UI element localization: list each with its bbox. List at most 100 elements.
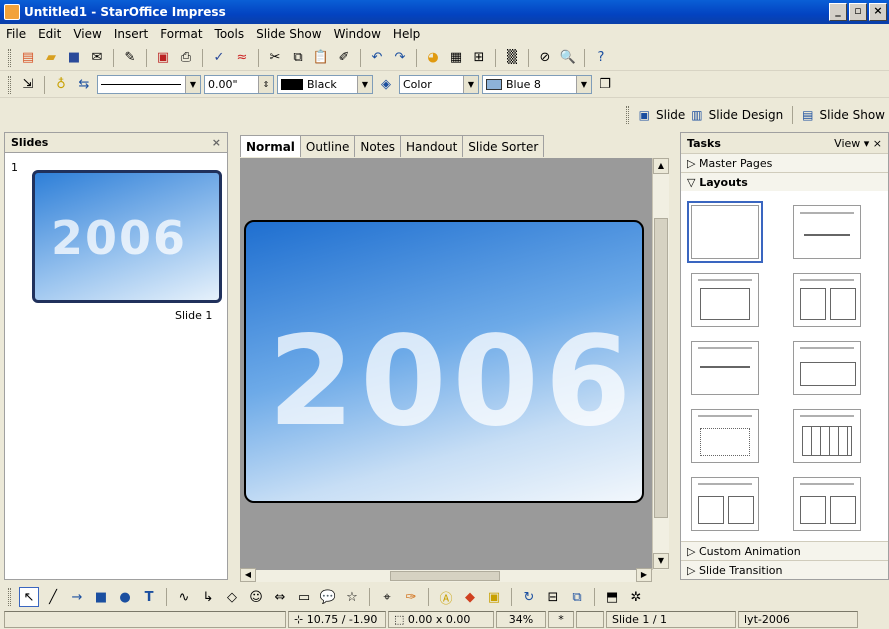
restore-button[interactable]: ▫ xyxy=(849,3,867,21)
menu-window[interactable]: Window xyxy=(334,27,381,41)
menu-view[interactable]: View xyxy=(73,27,101,41)
print-icon[interactable]: ⎙ xyxy=(176,48,196,68)
paste-icon[interactable]: 📋 xyxy=(311,48,331,68)
slide-canvas[interactable]: 2006 xyxy=(240,158,652,570)
layout-blank[interactable] xyxy=(687,201,763,263)
ellipse-icon[interactable]: ● xyxy=(115,587,135,607)
horizontal-scroll-thumb[interactable] xyxy=(390,571,500,581)
vertical-scroll-thumb[interactable] xyxy=(654,218,668,518)
copy-icon[interactable]: ⧉ xyxy=(288,48,308,68)
menu-file[interactable]: File xyxy=(6,27,26,41)
status-zoom[interactable]: 34% xyxy=(496,611,546,628)
save-icon[interactable]: ■ xyxy=(64,48,84,68)
horizontal-scrollbar[interactable]: ◀ ▶ xyxy=(240,568,652,582)
cut-icon[interactable]: ✂ xyxy=(265,48,285,68)
tasks-view-menu[interactable]: View ▾ × xyxy=(834,137,882,150)
line-color-select[interactable]: Black ▼ xyxy=(277,75,373,94)
area-fill-icon[interactable]: ◈ xyxy=(376,75,396,95)
tab-slide-sorter[interactable]: Slide Sorter xyxy=(462,135,545,157)
minimize-button[interactable]: _ xyxy=(829,3,847,21)
toolbar-grip[interactable] xyxy=(8,75,11,94)
fontwork-icon[interactable]: Ⓐ xyxy=(436,587,456,607)
slide-transition-section[interactable]: ▷ Slide Transition xyxy=(681,560,888,579)
autospellcheck-icon[interactable]: ≈ xyxy=(232,48,252,68)
edit-file-icon[interactable]: ✎ xyxy=(120,48,140,68)
custom-animation-section[interactable]: ▷ Custom Animation xyxy=(681,541,888,560)
effects-icon[interactable]: ✲ xyxy=(626,587,646,607)
scroll-right-button[interactable]: ▶ xyxy=(636,568,652,582)
menu-tools[interactable]: Tools xyxy=(215,27,245,41)
extrusion-icon[interactable]: ⬒ xyxy=(602,587,622,607)
gallery-icon[interactable]: ▣ xyxy=(484,587,504,607)
fill-type-select[interactable]: Color ▼ xyxy=(399,75,479,94)
help-icon[interactable]: ? xyxy=(591,48,611,68)
curve-icon[interactable]: ∿ xyxy=(174,587,194,607)
connector-icon[interactable]: ↳ xyxy=(198,587,218,607)
symbol-shapes-icon[interactable]: ☺ xyxy=(246,587,266,607)
flowchart-icon[interactable]: ▭ xyxy=(294,587,314,607)
menu-help[interactable]: Help xyxy=(393,27,420,41)
menu-edit[interactable]: Edit xyxy=(38,27,61,41)
hyperlink-icon[interactable]: ⊘ xyxy=(535,48,555,68)
current-slide[interactable]: 2006 xyxy=(244,220,644,503)
tab-normal[interactable]: Normal xyxy=(240,135,301,157)
shadow-icon[interactable]: ❐ xyxy=(595,75,615,95)
layout-title-object[interactable] xyxy=(793,341,861,395)
toolbar-grip[interactable] xyxy=(8,588,11,606)
slide-design-button[interactable]: Slide Design xyxy=(709,108,784,122)
points-icon[interactable]: ⌖ xyxy=(377,587,397,607)
alignment-icon[interactable]: ⊟ xyxy=(543,587,563,607)
toolbar-grip[interactable] xyxy=(8,48,11,67)
callouts-icon[interactable]: 💬 xyxy=(318,587,338,607)
toolbar-grip[interactable] xyxy=(625,106,629,124)
slide-thumbnail[interactable]: 2006 xyxy=(32,170,222,303)
layout-title-table[interactable] xyxy=(793,409,861,463)
vertical-scrollbar[interactable]: ▲ ▼ xyxy=(652,158,669,570)
line-width-field[interactable]: 0.00" ⇕ xyxy=(204,75,274,94)
navigator-icon[interactable]: ⊞ xyxy=(469,48,489,68)
tab-handout[interactable]: Handout xyxy=(400,135,464,157)
fill-color-select[interactable]: Blue 8 ▼ xyxy=(482,75,592,94)
scroll-left-button[interactable]: ◀ xyxy=(240,568,256,582)
scroll-down-button[interactable]: ▼ xyxy=(653,553,669,569)
scroll-up-button[interactable]: ▲ xyxy=(653,158,669,174)
layout-title-only[interactable] xyxy=(793,205,861,259)
layout-title-two-content[interactable] xyxy=(793,273,861,327)
slide-show-button[interactable]: Slide Show xyxy=(820,108,885,122)
layout-title-clipart-text[interactable] xyxy=(691,477,759,531)
menu-format[interactable]: Format xyxy=(160,27,202,41)
tab-outline[interactable]: Outline xyxy=(299,135,356,157)
redo-icon[interactable]: ↷ xyxy=(390,48,410,68)
rotate-icon[interactable]: ↻ xyxy=(519,587,539,607)
layout-title-chart[interactable] xyxy=(691,409,759,463)
layout-title-content[interactable] xyxy=(691,273,759,327)
rectangle-icon[interactable]: ■ xyxy=(91,587,111,607)
chart-icon[interactable]: ◕ xyxy=(423,48,443,68)
menu-slide-show[interactable]: Slide Show xyxy=(256,27,321,41)
arrow-line-icon[interactable]: → xyxy=(67,587,87,607)
menu-insert[interactable]: Insert xyxy=(114,27,148,41)
format-paintbrush-icon[interactable]: ✐ xyxy=(334,48,354,68)
grid-icon[interactable]: ▒ xyxy=(502,48,522,68)
open-folder-icon[interactable]: ▰ xyxy=(41,48,61,68)
stars-icon[interactable]: ☆ xyxy=(342,587,362,607)
slide-button[interactable]: Slide xyxy=(656,108,685,122)
table-icon[interactable]: ▦ xyxy=(446,48,466,68)
styles-icon[interactable]: ⇲ xyxy=(18,75,38,95)
line-tool-icon[interactable]: ╱ xyxy=(43,587,63,607)
tab-notes[interactable]: Notes xyxy=(354,135,402,157)
spellcheck-icon[interactable]: ✓ xyxy=(209,48,229,68)
line-icon[interactable]: ♁ xyxy=(51,75,71,95)
from-file-icon[interactable]: ◆ xyxy=(460,587,480,607)
arrange-icon[interactable]: ⧉ xyxy=(567,587,587,607)
undo-icon[interactable]: ↶ xyxy=(367,48,387,68)
line-style-select[interactable]: ▼ xyxy=(97,75,201,94)
zoom-icon[interactable]: 🔍 xyxy=(558,48,578,68)
select-arrow-icon[interactable]: ↖ xyxy=(19,587,39,607)
new-document-icon[interactable]: ▤ xyxy=(18,48,38,68)
glue-points-icon[interactable]: ✑ xyxy=(401,587,421,607)
basic-shapes-icon[interactable]: ◇ xyxy=(222,587,242,607)
arrow-style-icon[interactable]: ⇆ xyxy=(74,75,94,95)
layout-title-text-chart[interactable] xyxy=(793,477,861,531)
text-tool-icon[interactable]: T xyxy=(139,587,159,607)
